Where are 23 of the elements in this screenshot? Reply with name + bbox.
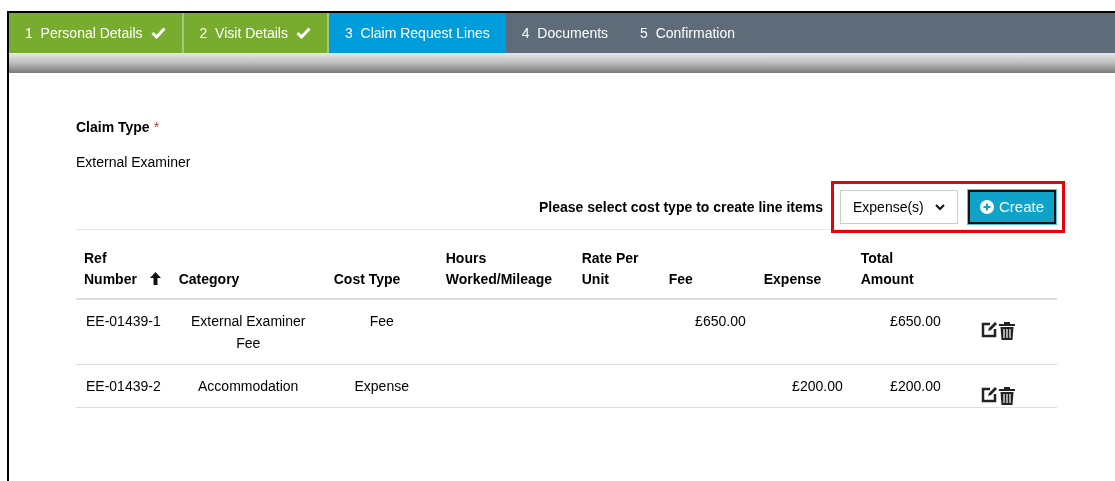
claim-type-label: Claim Type <box>76 118 150 137</box>
column-header[interactable]: Total Amount <box>860 248 943 290</box>
table-cell: £650.00 <box>695 313 746 329</box>
table-cell: £200.00 <box>792 378 843 394</box>
cost-type-select[interactable]: Expense(s) <box>839 190 958 224</box>
claim-type-value: External Examiner <box>76 153 192 172</box>
column-header[interactable]: Hours Worked/Mileage <box>445 248 566 290</box>
required-mark: * <box>153 118 160 137</box>
table-cell: EE-01439-2 <box>86 378 161 394</box>
column-header[interactable]: Category <box>178 269 318 290</box>
column-header[interactable]: Fee <box>668 269 748 290</box>
table-cell: Fee <box>369 313 394 329</box>
column-header[interactable]: Cost Type <box>333 269 430 290</box>
table-cell: £200.00 <box>890 378 941 394</box>
table-cell: EE-01439-1 <box>86 313 161 329</box>
table-cell: £650.00 <box>890 313 941 329</box>
column-header[interactable]: Rate Per Unit <box>581 248 653 290</box>
column-header[interactable]: Expense <box>763 269 845 290</box>
column-header[interactable]: Ref Number <box>84 248 146 290</box>
table-cell: External Examiner Fee <box>191 313 306 351</box>
cost-type-prompt: Please select cost type to create line items <box>538 197 823 217</box>
table-cell: Expense <box>354 378 409 394</box>
table-cell: Accommodation <box>198 378 299 394</box>
